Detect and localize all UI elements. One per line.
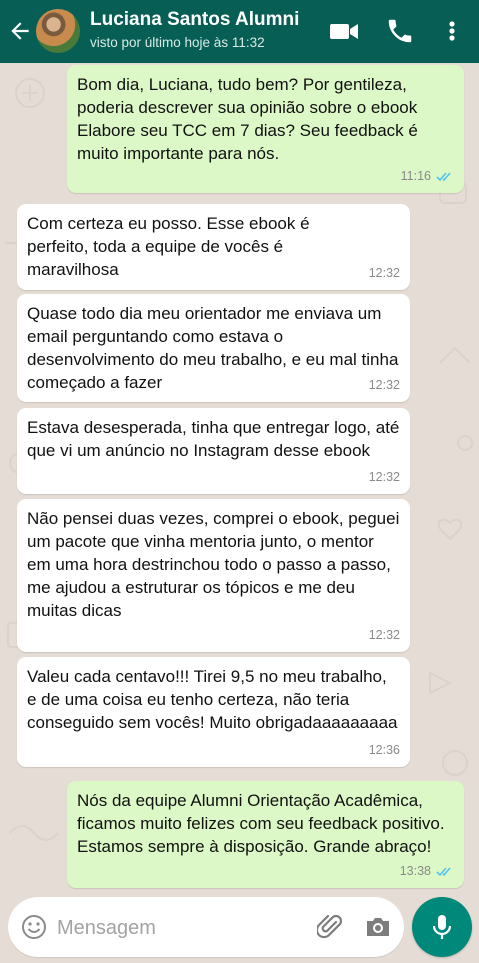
message-bubble-outgoing[interactable]: Bom dia, Luciana, tudo bem? Por gentilez… [67,65,464,193]
message-input[interactable] [55,913,289,943]
emoji-icon[interactable] [21,914,47,940]
message-composer [8,897,404,957]
contact-name[interactable]: Luciana Santos Alumni [90,9,299,31]
microphone-icon [432,915,452,939]
message-meta: 12:32 [369,466,400,489]
message-meta: 12:32 [369,262,400,285]
message-time: 12:36 [368,743,400,757]
message-time: 13:38 [399,864,431,878]
message-meta: 11:16 [401,165,454,188]
chat-area[interactable]: Bom dia, Luciana, tudo bem? Por gentilez… [0,63,479,898]
message-meta: 12:32 [369,624,400,647]
message-text: Estava desesperada, tinha que entregar l… [27,418,400,460]
message-text: Com certeza eu posso. Esse ebook é perfe… [27,214,310,279]
message-bubble-incoming[interactable]: Quase todo dia meu orientador me enviava… [17,294,410,402]
message-time: 12:32 [368,266,400,280]
phone-icon[interactable] [383,16,417,46]
message-text: Não pensei duas vezes, comprei o ebook, … [27,509,400,620]
message-text: Valeu cada centavo!!! Tirei 9,5 no meu t… [27,667,398,732]
message-bubble-outgoing[interactable]: Nós da equipe Alumni Orientação Acadêmic… [67,781,464,888]
microphone-button[interactable] [412,897,472,957]
message-time: 12:32 [368,378,400,392]
message-text: Quase todo dia meu orientador me enviava… [27,304,399,392]
message-bubble-incoming[interactable]: Com certeza eu posso. Esse ebook é perfe… [17,204,410,290]
contact-avatar[interactable] [36,9,80,53]
message-text: Bom dia, Luciana, tudo bem? Por gentilez… [77,75,418,163]
video-call-icon[interactable] [327,16,361,46]
message-time: 11:16 [400,169,431,183]
chat-header: Luciana Santos Alumni visto por último h… [0,0,479,63]
message-meta: 12:32 [369,374,400,397]
back-arrow-icon[interactable] [7,18,33,44]
more-options-icon[interactable] [441,16,463,46]
last-seen-status: visto por último hoje às 11:32 [90,35,265,50]
message-meta: 12:36 [369,739,400,762]
read-receipt-icon [436,867,451,877]
message-bubble-incoming[interactable]: Estava desesperada, tinha que entregar l… [17,408,410,494]
message-time: 12:32 [368,470,400,484]
message-time: 12:32 [368,628,400,642]
message-text: Nós da equipe Alumni Orientação Acadêmic… [77,791,445,856]
message-meta: 13:38 [400,860,454,883]
message-bubble-incoming[interactable]: Não pensei duas vezes, comprei o ebook, … [17,499,410,652]
message-bubble-incoming[interactable]: Valeu cada centavo!!! Tirei 9,5 no meu t… [17,657,410,767]
read-receipt-icon [436,172,451,182]
camera-icon[interactable] [364,914,392,940]
attach-icon[interactable] [317,913,343,941]
